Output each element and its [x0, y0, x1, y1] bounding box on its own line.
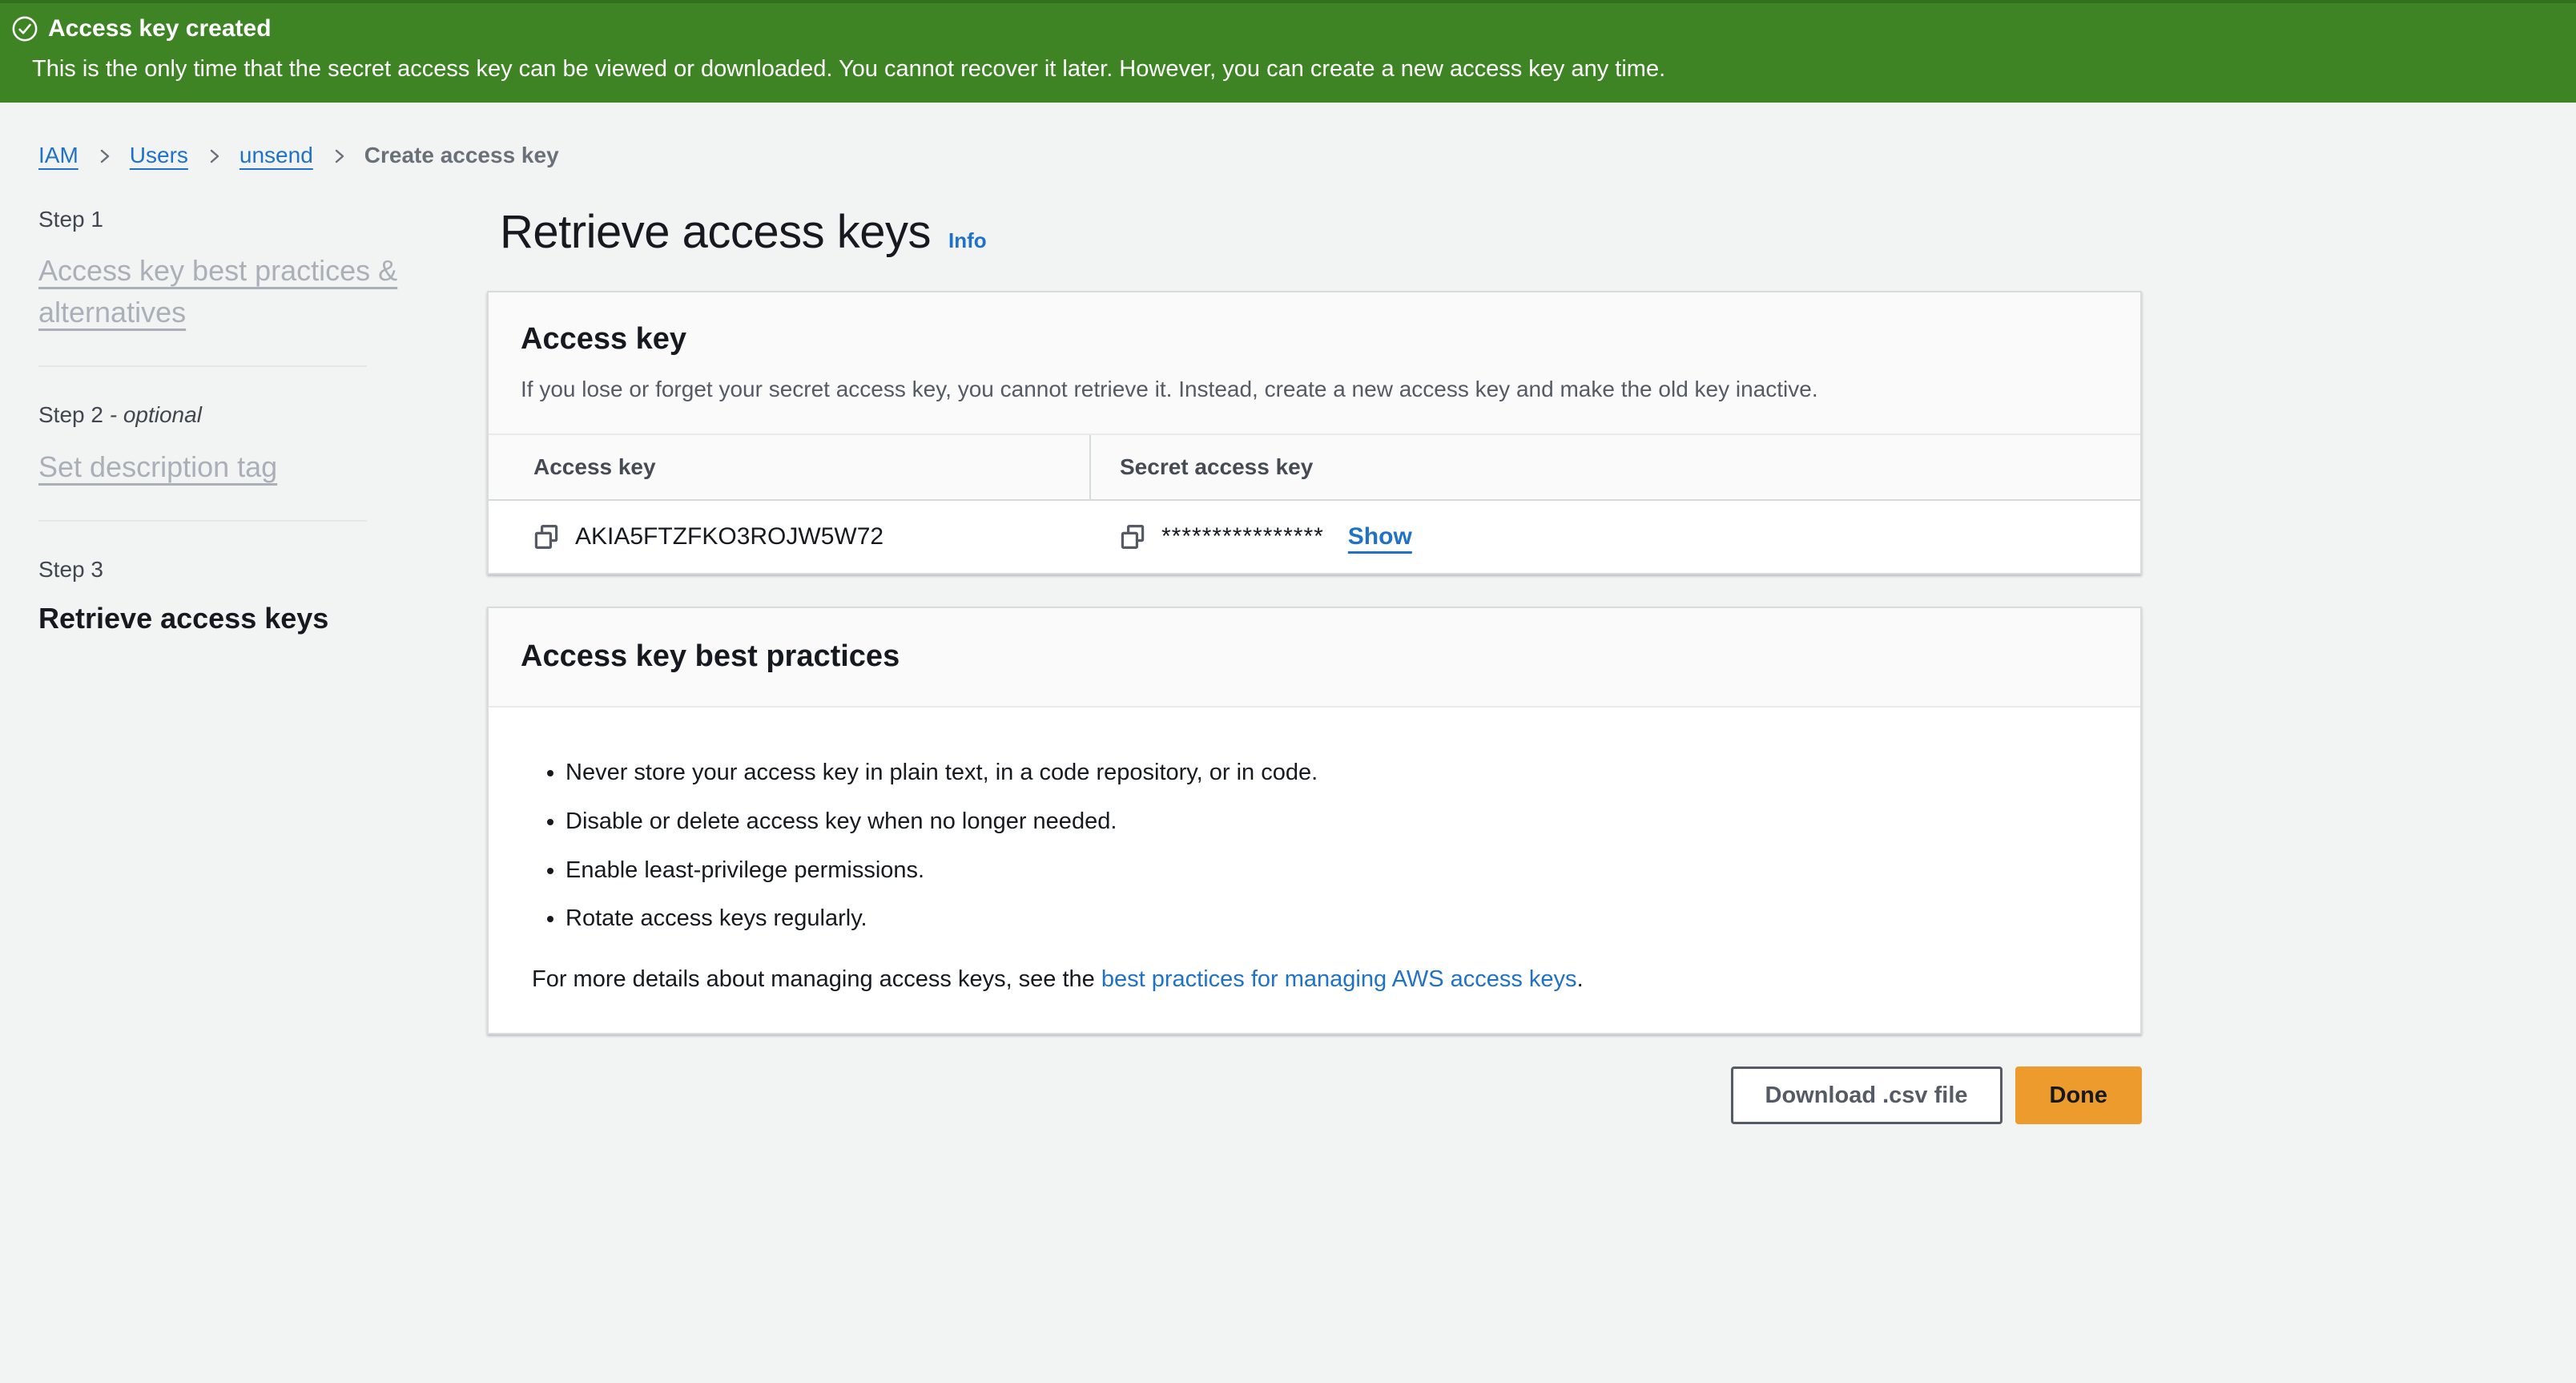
- secret-access-key-masked: ****************: [1161, 523, 1324, 550]
- breadcrumb-link-iam[interactable]: IAM: [38, 143, 78, 168]
- list-item: Rotate access keys regularly.: [566, 905, 2097, 933]
- banner-message: This is the only time that the secret ac…: [11, 54, 2544, 85]
- main-column: Retrieve access keys Info Access key If …: [487, 205, 2142, 1125]
- breadcrumb-link-users[interactable]: Users: [130, 143, 188, 168]
- wizard-step-1: Step 1 Access key best practices & alter…: [38, 205, 449, 334]
- wizard-step-3: Step 3 Retrieve access keys: [38, 555, 449, 638]
- access-key-value: AKIA5FTZFKO3ROJW5W72: [575, 523, 883, 550]
- step3-label: Step 3: [38, 555, 449, 584]
- step1-label: Step 1: [38, 205, 449, 234]
- copy-access-key-button[interactable]: [533, 524, 559, 550]
- step3-active-title: Retrieve access keys: [38, 600, 449, 638]
- page-title: Retrieve access keys: [500, 205, 931, 259]
- access-key-card: Access key If you lose or forget your se…: [487, 291, 2142, 575]
- table-row: AKIA5FTZFKO3ROJW5W72 **************** Sh…: [489, 501, 2140, 573]
- access-key-card-description: If you lose or forget your secret access…: [521, 373, 2108, 405]
- page-root: Access key created This is the only time…: [0, 0, 2576, 1124]
- access-key-cell: AKIA5FTZFKO3ROJW5W72: [489, 523, 1091, 550]
- best-practices-link[interactable]: best practices for managing AWS access k…: [1101, 966, 1577, 992]
- best-practices-list: Never store your access key in plain tex…: [532, 759, 2097, 933]
- show-secret-link[interactable]: Show: [1348, 523, 1412, 550]
- page-title-row: Retrieve access keys Info: [487, 205, 2142, 259]
- step2-label-text: Step 2: [38, 402, 103, 427]
- banner-title: Access key created: [48, 14, 272, 43]
- best-practices-card-header: Access key best practices: [489, 608, 2140, 708]
- step2-label: Step 2 - optional: [38, 401, 449, 429]
- wizard-steps-sidebar: Step 1 Access key best practices & alter…: [38, 205, 487, 639]
- footer-note: For more details about managing access k…: [532, 966, 2097, 993]
- footer-note-prefix: For more details about managing access k…: [532, 966, 1101, 992]
- chevron-right-icon: [95, 147, 114, 166]
- breadcrumb: IAM Users unsend Create access key: [38, 143, 2576, 168]
- breadcrumb-link-unsend[interactable]: unsend: [239, 143, 313, 168]
- list-item: Enable least-privilege permissions.: [566, 857, 2097, 885]
- best-practices-card: Access key best practices Never store yo…: [487, 607, 2142, 1034]
- access-key-card-title: Access key: [521, 321, 2108, 358]
- action-buttons-row: Download .csv file Done: [487, 1066, 2142, 1124]
- check-circle-icon: [11, 15, 38, 42]
- wizard-step-2: Step 2 - optional Set description tag: [38, 401, 449, 488]
- access-key-card-header: Access key If you lose or forget your se…: [489, 292, 2140, 436]
- chevron-right-icon: [329, 147, 348, 166]
- download-csv-button[interactable]: Download .csv file: [1731, 1066, 2002, 1124]
- info-link[interactable]: Info: [948, 228, 987, 253]
- secret-key-cell: **************** Show: [1091, 523, 2140, 550]
- done-button[interactable]: Done: [2015, 1066, 2143, 1124]
- step2-optional-text: - optional: [110, 402, 202, 427]
- breadcrumb-current: Create access key: [364, 143, 559, 168]
- list-item: Never store your access key in plain tex…: [566, 759, 2097, 787]
- step2-link[interactable]: Set description tag: [38, 450, 277, 483]
- success-banner: Access key created This is the only time…: [0, 0, 2576, 103]
- banner-title-row: Access key created: [11, 14, 2544, 43]
- divider: [38, 520, 367, 522]
- best-practices-card-body: Never store your access key in plain tex…: [489, 708, 2140, 1033]
- best-practices-card-title: Access key best practices: [521, 639, 2108, 675]
- list-item: Disable or delete access key when no lon…: [566, 808, 2097, 836]
- column-header-secret-access-key: Secret access key: [1091, 435, 2140, 499]
- column-header-access-key: Access key: [489, 435, 1091, 499]
- footer-note-suffix: .: [1577, 966, 1584, 992]
- chevron-right-icon: [204, 147, 223, 166]
- content-area: Step 1 Access key best practices & alter…: [0, 205, 2576, 1125]
- copy-secret-key-button[interactable]: [1120, 524, 1145, 550]
- table-header-row: Access key Secret access key: [489, 435, 2140, 501]
- step1-link[interactable]: Access key best practices & alternatives: [38, 254, 397, 329]
- divider: [38, 365, 367, 367]
